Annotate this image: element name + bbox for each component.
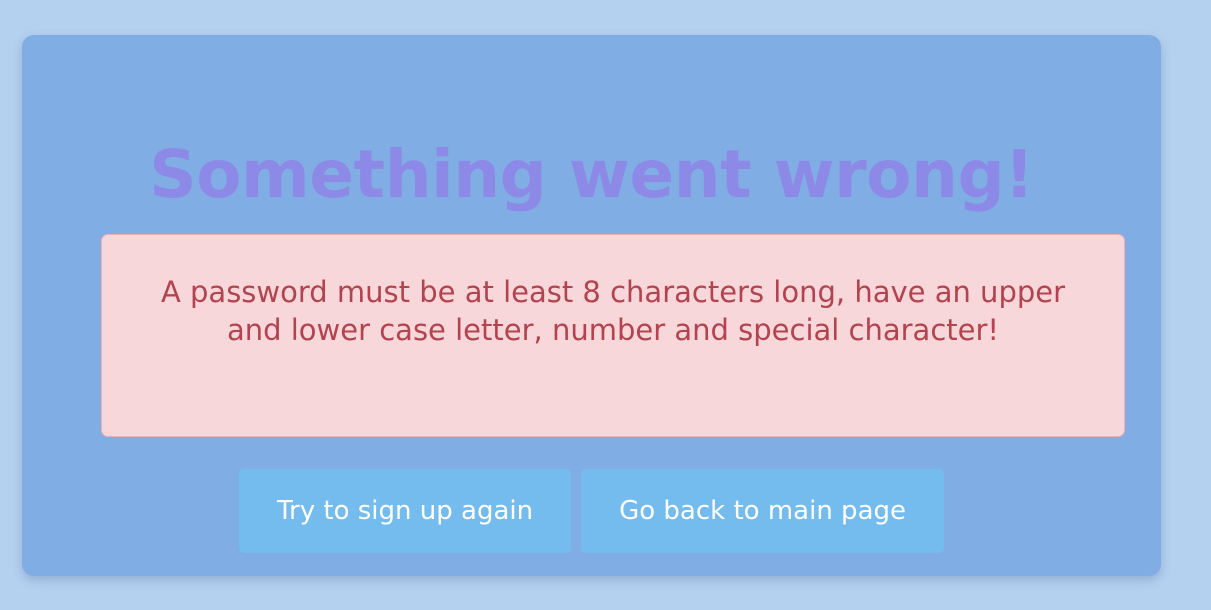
error-title: Something went wrong! bbox=[149, 136, 1034, 213]
error-message-text: A password must be at least 8 characters… bbox=[160, 275, 1066, 347]
error-card: Something went wrong! A password must be… bbox=[22, 35, 1161, 576]
back-to-main-page-button[interactable]: Go back to main page bbox=[581, 469, 944, 553]
error-message-alert: A password must be at least 8 characters… bbox=[101, 234, 1125, 437]
retry-signup-button[interactable]: Try to sign up again bbox=[238, 469, 572, 553]
action-buttons: Try to sign up again Go back to main pag… bbox=[22, 469, 1161, 553]
